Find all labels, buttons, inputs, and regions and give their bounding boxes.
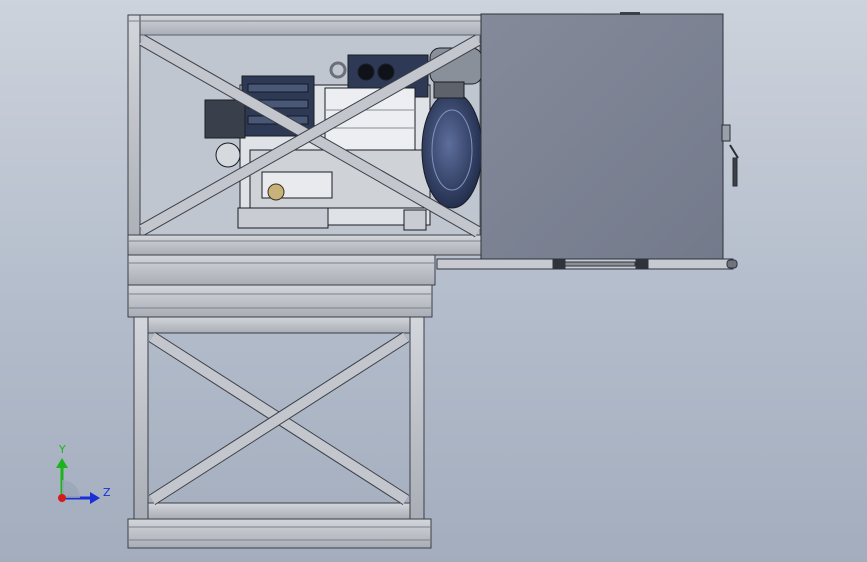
stand-right-leg[interactable] xyxy=(409,316,425,522)
mounting-foot-right[interactable] xyxy=(403,209,427,231)
stand-cross-brace[interactable] xyxy=(148,331,410,506)
stand-bottom-rail[interactable] xyxy=(147,502,411,520)
reference-triad xyxy=(56,458,100,504)
enclosure-top-rail[interactable] xyxy=(127,14,483,36)
x-axis-dot xyxy=(58,494,66,502)
mounting-foot-left[interactable] xyxy=(237,207,329,229)
door-latch[interactable] xyxy=(721,124,739,187)
cad-viewport[interactable]: Y Z xyxy=(0,0,867,562)
door-hinge-rail[interactable] xyxy=(436,258,738,270)
stand-top-rail[interactable] xyxy=(147,316,411,334)
motor-fan[interactable] xyxy=(421,91,483,209)
service-port-right[interactable] xyxy=(377,63,395,81)
stand-left-leg[interactable] xyxy=(133,316,149,522)
terminal-box[interactable] xyxy=(204,99,246,139)
enclosure-left-post[interactable] xyxy=(127,14,141,256)
enclosure-bottom-rail[interactable] xyxy=(127,234,483,256)
oil-pump[interactable] xyxy=(215,142,241,168)
door-panel[interactable] xyxy=(480,13,724,261)
triad-y-label: Y xyxy=(59,443,66,456)
service-port-left[interactable] xyxy=(357,63,375,81)
base-plinth[interactable] xyxy=(127,254,436,318)
triad-z-label: Z xyxy=(103,486,111,499)
model-view[interactable] xyxy=(0,0,867,562)
enclosure-door[interactable] xyxy=(436,12,739,270)
